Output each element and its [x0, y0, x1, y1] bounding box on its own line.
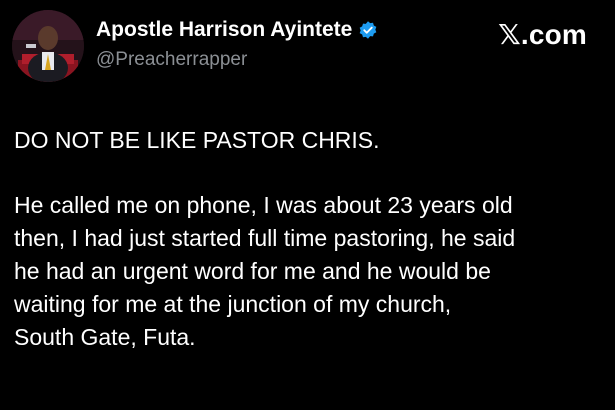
verified-badge-icon	[358, 20, 378, 40]
tweet-line: he had an urgent word for me and he woul…	[14, 258, 491, 284]
avatar[interactable]	[12, 10, 84, 82]
author-handle[interactable]: @Preacherrapper	[96, 49, 247, 71]
author-name-row[interactable]: Apostle Harrison Ayintete	[96, 18, 378, 42]
profile-photo-icon	[12, 10, 84, 82]
x-logo-icon: 𝕏.com	[498, 19, 587, 50]
author-display-name[interactable]: Apostle Harrison Ayintete	[96, 18, 352, 42]
tweet-headline: DO NOT BE LIKE PASTOR CHRIS.	[14, 127, 380, 153]
tweet-line: then, I had just started full time pasto…	[14, 225, 516, 251]
tweet-line: South Gate, Futa.	[14, 324, 196, 350]
tweet-line: waiting for me at the junction of my chu…	[14, 291, 452, 317]
tweet-paragraph: He called me on phone, I was about 23 ye…	[14, 189, 610, 354]
tweet-text: DO NOT BE LIKE PASTOR CHRIS. He called m…	[14, 124, 610, 354]
tweet-line: He called me on phone, I was about 23 ye…	[14, 192, 513, 218]
